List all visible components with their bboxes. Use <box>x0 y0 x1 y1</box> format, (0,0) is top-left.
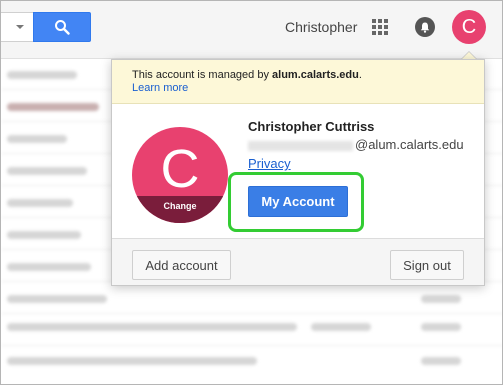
change-photo-button[interactable]: Change <box>132 196 228 223</box>
account-email: @alum.calarts.edu <box>248 137 464 152</box>
header-user-name[interactable]: Christopher <box>285 19 357 35</box>
account-name: Christopher Cuttriss <box>248 119 375 134</box>
learn-more-link[interactable]: Learn more <box>132 82 188 94</box>
managed-account-notice: This account is managed by alum.calarts.… <box>112 60 484 104</box>
sign-out-button[interactable]: Sign out <box>390 250 464 280</box>
account-email-domain: @alum.calarts.edu <box>355 137 464 152</box>
search-icon <box>55 20 70 35</box>
notifications-icon[interactable] <box>415 17 435 37</box>
notice-domain: alum.calarts.edu <box>272 69 359 81</box>
avatar[interactable]: C <box>452 10 486 44</box>
privacy-link[interactable]: Privacy <box>248 156 291 171</box>
gmail-window: Christopher C This account is managed by… <box>0 0 503 385</box>
email-username-redacted <box>248 140 353 151</box>
account-popup-footer: Add account Sign out <box>112 238 484 285</box>
search-button[interactable] <box>33 12 91 42</box>
add-account-button[interactable]: Add account <box>132 250 231 280</box>
profile-photo[interactable]: C Change <box>132 127 228 223</box>
notice-text: This account is managed by <box>132 69 273 81</box>
my-account-button[interactable]: My Account <box>248 186 348 217</box>
top-bar: Christopher C <box>1 1 502 59</box>
search-options-dropdown[interactable] <box>1 12 33 42</box>
profile-photo-letter: C <box>160 139 200 199</box>
apps-icon[interactable] <box>372 19 388 35</box>
account-popup: This account is managed by alum.calarts.… <box>111 59 485 286</box>
chevron-down-icon <box>16 25 24 29</box>
